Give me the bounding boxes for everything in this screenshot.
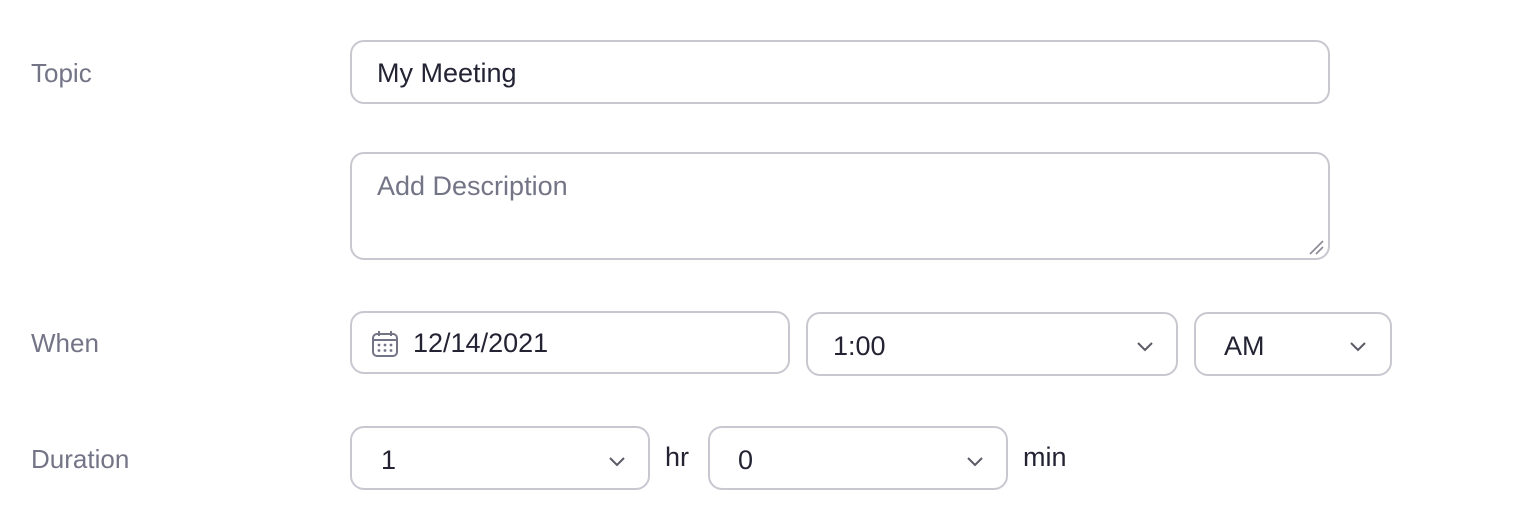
topic-label: Topic	[31, 58, 92, 88]
ampm-value: AM	[1224, 331, 1265, 361]
topic-input[interactable]: My Meeting	[350, 40, 1330, 104]
duration-label: Duration	[31, 444, 130, 474]
calendar-icon	[372, 331, 398, 357]
chevron-down-icon	[609, 457, 625, 467]
topic-input-value: My Meeting	[377, 58, 517, 88]
chevron-down-icon	[1137, 342, 1153, 352]
duration-hours-value: 1	[381, 445, 397, 475]
hours-unit-label: hr	[665, 442, 690, 472]
resize-handle-icon[interactable]	[1308, 239, 1324, 255]
duration-hours-select[interactable]: 1	[350, 426, 650, 490]
ampm-select[interactable]: AM	[1194, 312, 1392, 376]
duration-minutes-value: 0	[738, 445, 754, 475]
date-picker[interactable]: 12/14/2021	[350, 311, 790, 374]
description-placeholder: Add Description	[377, 171, 568, 201]
time-value: 1:00	[833, 331, 886, 361]
schedule-meeting-form: Topic My Meeting Add Description When 12…	[0, 0, 1516, 518]
minutes-unit-label: min	[1023, 442, 1067, 472]
time-select[interactable]: 1:00	[806, 312, 1178, 376]
when-label: When	[31, 328, 99, 358]
chevron-down-icon	[1350, 342, 1366, 352]
date-value: 12/14/2021	[413, 328, 549, 358]
description-textarea[interactable]: Add Description	[350, 152, 1330, 260]
duration-minutes-select[interactable]: 0	[708, 426, 1008, 490]
chevron-down-icon	[967, 457, 983, 467]
